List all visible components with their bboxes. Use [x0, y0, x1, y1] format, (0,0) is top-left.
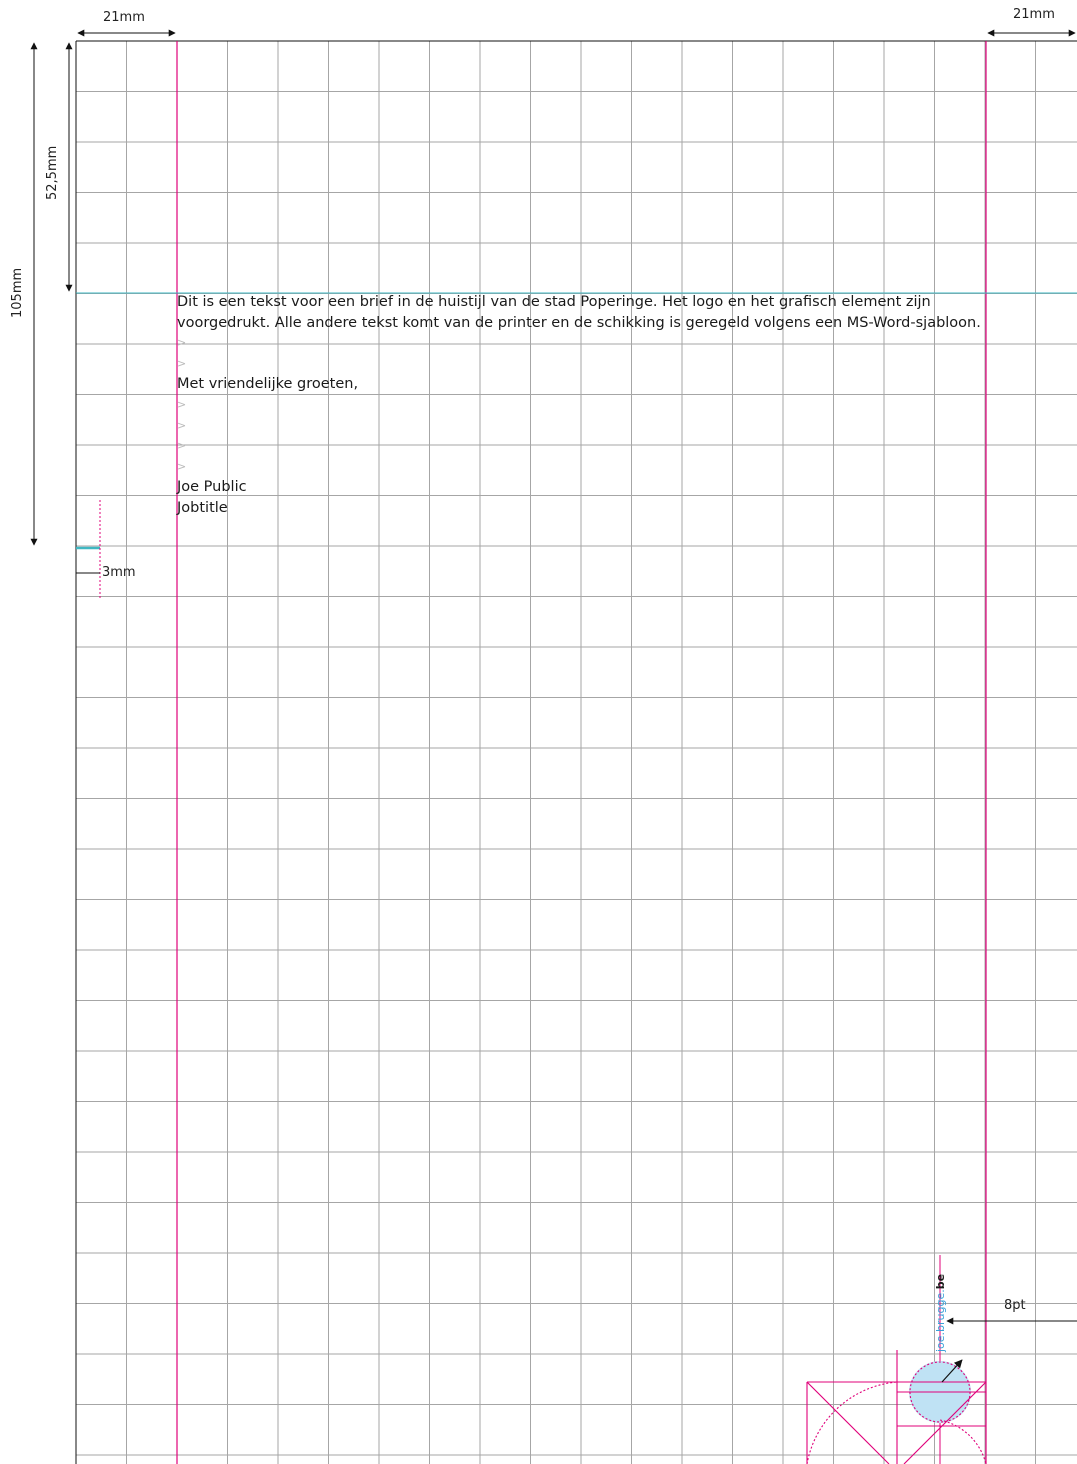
signer-name: Joe Public	[177, 479, 247, 496]
url-offset-label: 8pt	[1004, 1298, 1026, 1313]
letter-body: Dit is een tekst voor een brief in de hu…	[177, 292, 985, 519]
paragraph-mark: >	[177, 336, 187, 350]
margin-right-label: 21mm	[1013, 7, 1055, 22]
paragraph-mark: >	[177, 418, 187, 432]
grid	[76, 41, 1077, 1464]
paragraph-mark: >	[177, 397, 187, 411]
paragraph-mark: >	[177, 439, 187, 453]
letter-paragraph: Dit is een tekst voor een brief in de hu…	[177, 294, 981, 331]
url-main: joe.brugge.	[934, 1289, 947, 1352]
url-tld: be	[934, 1273, 947, 1290]
fold-mark-label: 3mm	[102, 565, 136, 580]
letter-closing: Met vriendelijke groeten,	[177, 376, 359, 393]
layout-sheet	[30, 29, 1077, 1464]
paragraph-mark: >	[177, 356, 187, 370]
paragraph-mark: >	[177, 459, 187, 473]
margin-left-label: 21mm	[103, 10, 145, 25]
signer-jobtitle: Jobtitle	[177, 499, 228, 516]
header-height-label: 52,5mm	[45, 145, 60, 200]
website-url: joe.brugge.be	[934, 1274, 947, 1352]
fold-height-label: 105mm	[10, 267, 25, 318]
